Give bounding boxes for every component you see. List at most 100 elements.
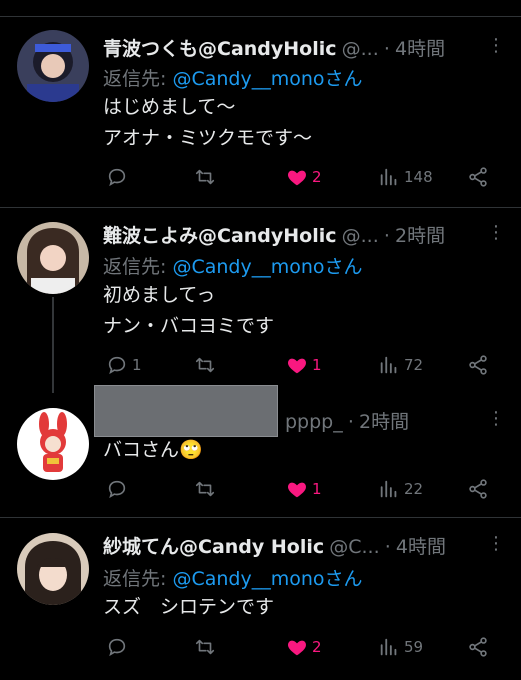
views-icon bbox=[380, 480, 397, 498]
tweet-header: 紗城てん@Candy Holic @C... · 4時間 bbox=[103, 532, 513, 560]
share-icon bbox=[469, 167, 487, 187]
reply-button[interactable] bbox=[106, 162, 132, 192]
like-count: 2 bbox=[312, 638, 322, 656]
like-button[interactable]: 2 bbox=[286, 162, 322, 192]
like-button[interactable]: 2 bbox=[286, 632, 322, 662]
views-button[interactable]: 148 bbox=[378, 162, 433, 192]
view-count: 72 bbox=[404, 356, 424, 374]
more-options-icon[interactable]: ⋮ bbox=[486, 407, 506, 431]
separator-dot: · bbox=[383, 38, 390, 60]
like-button[interactable]: 1 bbox=[286, 474, 322, 504]
view-count: 148 bbox=[404, 168, 433, 186]
like-button[interactable]: 1 bbox=[286, 350, 322, 380]
tweet-text: はじめまして〜 アオナ・ミツクモです〜 bbox=[103, 92, 312, 154]
reply-icon bbox=[108, 356, 126, 375]
tweet-text: 初めましてっ ナン・バコヨミです bbox=[103, 280, 274, 342]
separator-dot: · bbox=[347, 411, 354, 433]
like-count: 1 bbox=[312, 480, 322, 498]
separator-dot: · bbox=[384, 536, 391, 558]
reply-count: 1 bbox=[132, 356, 142, 374]
reply-button[interactable] bbox=[106, 474, 132, 504]
more-options-icon[interactable]: ⋮ bbox=[486, 34, 506, 58]
handle[interactable]: pppp_ bbox=[285, 411, 343, 433]
avatar[interactable] bbox=[17, 408, 89, 480]
tweet-header: 青波つくも@CandyHolic @... · 4時間 bbox=[103, 34, 513, 62]
display-name[interactable]: 紗城てん@Candy Holic bbox=[103, 536, 324, 558]
tweet-divider bbox=[0, 207, 521, 208]
reply-icon bbox=[108, 638, 126, 657]
text-line: ナン・バコヨミです bbox=[103, 315, 275, 337]
views-icon bbox=[380, 356, 397, 374]
reply-prefix: 返信先: bbox=[103, 256, 173, 278]
share-icon bbox=[469, 355, 487, 375]
share-button[interactable] bbox=[467, 632, 489, 662]
action-bar: 2 59 bbox=[0, 632, 521, 662]
views-icon bbox=[380, 638, 397, 656]
avatar-image bbox=[17, 408, 89, 480]
reply-button[interactable] bbox=[106, 632, 132, 662]
heart-filled-icon bbox=[288, 640, 306, 656]
reply-mention-link[interactable]: @Candy__monoさん bbox=[172, 568, 362, 590]
tweet-header: 難波こよみ@CandyHolic @... · 2時間 bbox=[103, 221, 513, 249]
heart-filled-icon bbox=[288, 482, 306, 498]
view-count: 59 bbox=[404, 638, 424, 656]
reply-icon bbox=[108, 480, 126, 499]
action-bar: 2 148 bbox=[0, 162, 521, 192]
share-button[interactable] bbox=[467, 162, 489, 192]
redaction-box bbox=[94, 385, 278, 437]
reply-context: 返信先: @Candy__monoさん bbox=[103, 64, 363, 91]
like-count: 2 bbox=[312, 168, 322, 186]
reply-icon bbox=[108, 168, 126, 187]
avatar-image bbox=[17, 222, 89, 294]
timestamp[interactable]: 2時間 bbox=[359, 411, 409, 433]
avatar[interactable] bbox=[17, 222, 89, 294]
handle[interactable]: @C... bbox=[329, 536, 379, 558]
avatar[interactable] bbox=[17, 533, 89, 605]
views-icon bbox=[380, 168, 397, 186]
reply-context: 返信先: @Candy__monoさん bbox=[103, 252, 363, 279]
views-button[interactable]: 72 bbox=[378, 350, 423, 380]
like-count: 1 bbox=[312, 356, 322, 374]
text-line: バコさん🙄 bbox=[103, 439, 203, 461]
share-button[interactable] bbox=[467, 474, 489, 504]
retweet-button[interactable] bbox=[194, 632, 220, 662]
handle[interactable]: @... bbox=[342, 225, 379, 247]
timestamp[interactable]: 4時間 bbox=[395, 38, 445, 60]
views-button[interactable]: 22 bbox=[378, 474, 423, 504]
retweet-button[interactable] bbox=[194, 162, 220, 192]
heart-filled-icon bbox=[288, 358, 306, 374]
avatar-image bbox=[17, 533, 89, 605]
view-count: 22 bbox=[404, 480, 424, 498]
action-bar: 1 22 bbox=[0, 474, 521, 504]
text-line: 初めましてっ bbox=[103, 284, 216, 306]
retweet-button[interactable] bbox=[194, 350, 220, 380]
display-name[interactable]: 難波こよみ@CandyHolic bbox=[103, 225, 337, 247]
more-options-icon[interactable]: ⋮ bbox=[486, 221, 506, 245]
top-divider bbox=[0, 16, 521, 17]
retweet-icon bbox=[195, 169, 215, 185]
timestamp[interactable]: 2時間 bbox=[395, 225, 445, 247]
separator-dot: · bbox=[383, 225, 390, 247]
retweet-icon bbox=[195, 481, 215, 497]
tweet-text: バコさん🙄 bbox=[103, 435, 203, 466]
avatar[interactable] bbox=[17, 30, 89, 102]
heart-filled-icon bbox=[288, 170, 306, 186]
retweet-icon bbox=[195, 639, 215, 655]
reply-mention-link[interactable]: @Candy__monoさん bbox=[172, 256, 362, 278]
text-line: スズ シロテンです bbox=[103, 596, 275, 618]
handle[interactable]: @... bbox=[342, 38, 379, 60]
reply-mention-link[interactable]: @Candy__monoさん bbox=[172, 68, 362, 90]
share-icon bbox=[469, 637, 487, 657]
views-button[interactable]: 59 bbox=[378, 632, 423, 662]
share-button[interactable] bbox=[467, 350, 489, 380]
timestamp[interactable]: 4時間 bbox=[396, 536, 446, 558]
action-bar: 1 1 72 bbox=[0, 350, 521, 380]
display-name[interactable]: 青波つくも@CandyHolic bbox=[103, 38, 337, 60]
more-options-icon[interactable]: ⋮ bbox=[486, 532, 506, 556]
text-line: アオナ・ミツクモです〜 bbox=[103, 127, 313, 149]
reply-prefix: 返信先: bbox=[103, 68, 173, 90]
reply-button[interactable]: 1 bbox=[106, 350, 142, 380]
avatar-image bbox=[17, 30, 89, 102]
retweet-button[interactable] bbox=[194, 474, 220, 504]
reply-context: 返信先: @Candy__monoさん bbox=[103, 564, 363, 591]
